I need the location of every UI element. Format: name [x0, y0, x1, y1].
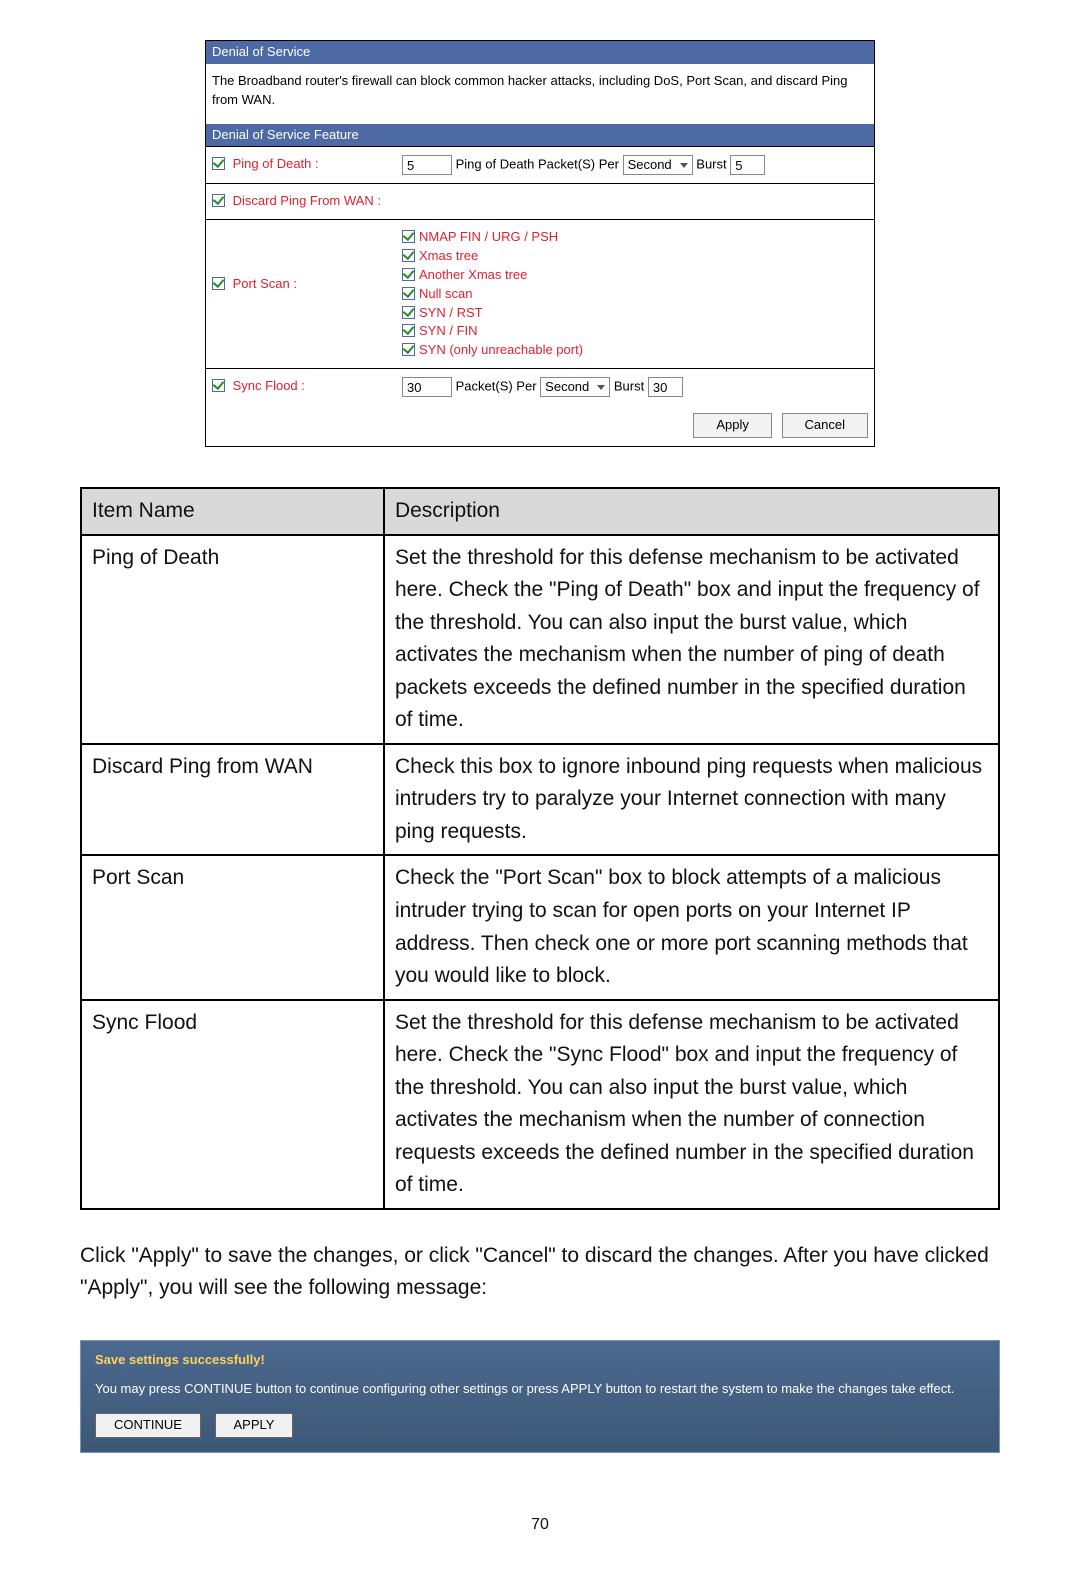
discard-ping-checkbox[interactable] [212, 194, 225, 207]
body-paragraph: Click "Apply" to save the changes, or cl… [80, 1240, 1000, 1305]
row-desc: Check the "Port Scan" box to block attem… [384, 855, 999, 999]
discard-ping-label: Discard Ping From WAN : [233, 193, 381, 208]
apply-button[interactable]: Apply [693, 413, 772, 438]
sync-burst-input[interactable]: 30 [648, 377, 683, 397]
header-description: Description [384, 488, 999, 535]
sync-unit-select[interactable]: Second [540, 377, 610, 397]
port-scan-checkbox[interactable] [212, 277, 225, 290]
save-text: You may press CONTINUE button to continu… [95, 1380, 985, 1399]
table-row: Discard Ping from WAN Check this box to … [81, 744, 999, 856]
sync-text: Packet(S) Per [456, 379, 537, 394]
dos-intro-text: The Broadband router's firewall can bloc… [206, 64, 874, 124]
table-row: Sync Flood Set the threshold for this de… [81, 1000, 999, 1209]
syn-rst-checkbox[interactable] [402, 306, 415, 319]
row-name: Sync Flood [81, 1000, 384, 1209]
null-scan-label: Null scan [419, 286, 472, 301]
syn-only-label: SYN (only unreachable port) [419, 342, 583, 357]
syn-fin-label: SYN / FIN [419, 323, 478, 338]
row-name: Port Scan [81, 855, 384, 999]
null-scan-checkbox[interactable] [402, 287, 415, 300]
port-scan-row: Port Scan : NMAP FIN / URG / PSH Xmas tr… [206, 219, 874, 368]
save-settings-panel: Save settings successfully! You may pres… [80, 1340, 1000, 1453]
sync-burst-label: Burst [614, 379, 644, 394]
ping-burst-input[interactable]: 5 [730, 155, 765, 175]
table-header-row: Item Name Description [81, 488, 999, 535]
syn-only-checkbox[interactable] [402, 343, 415, 356]
nmap-checkbox[interactable] [402, 230, 415, 243]
dos-feature-header: Denial of Service Feature [206, 124, 874, 147]
table-row: Port Scan Check the "Port Scan" box to b… [81, 855, 999, 999]
dos-settings-panel: Denial of Service The Broadband router's… [205, 40, 875, 447]
row-desc: Set the threshold for this defense mecha… [384, 535, 999, 744]
page-number: 70 [80, 1513, 1000, 1536]
xmas-checkbox[interactable] [402, 249, 415, 262]
apply-button-2[interactable]: APPLY [215, 1413, 294, 1438]
another-xmas-checkbox[interactable] [402, 268, 415, 281]
row-name: Discard Ping from WAN [81, 744, 384, 856]
syn-rst-label: SYN / RST [419, 305, 483, 320]
xmas-label: Xmas tree [419, 248, 478, 263]
table-row: Ping of Death Set the threshold for this… [81, 535, 999, 744]
row-name: Ping of Death [81, 535, 384, 744]
header-item-name: Item Name [81, 488, 384, 535]
dos-header: Denial of Service [206, 41, 874, 64]
sync-flood-checkbox[interactable] [212, 379, 225, 392]
continue-button[interactable]: CONTINUE [95, 1413, 201, 1438]
sync-flood-row: Sync Flood : 30 Packet(S) Per Second Bur… [206, 368, 874, 405]
sync-count-input[interactable]: 30 [402, 377, 452, 397]
ping-of-death-label: Ping of Death : [233, 156, 319, 171]
port-scan-label: Port Scan : [233, 276, 297, 291]
discard-ping-row: Discard Ping From WAN : [206, 183, 874, 219]
description-table: Item Name Description Ping of Death Set … [80, 487, 1000, 1210]
dos-button-row: Apply Cancel [206, 405, 874, 446]
ping-burst-label: Burst [696, 157, 726, 172]
cancel-button[interactable]: Cancel [782, 413, 868, 438]
row-desc: Check this box to ignore inbound ping re… [384, 744, 999, 856]
save-title: Save settings successfully! [95, 1351, 985, 1370]
ping-of-death-row: Ping of Death : 5 Ping of Death Packet(S… [206, 146, 874, 183]
ping-text: Ping of Death Packet(S) Per [456, 157, 619, 172]
row-desc: Set the threshold for this defense mecha… [384, 1000, 999, 1209]
syn-fin-checkbox[interactable] [402, 324, 415, 337]
another-xmas-label: Another Xmas tree [419, 267, 527, 282]
nmap-label: NMAP FIN / URG / PSH [419, 229, 558, 244]
ping-of-death-checkbox[interactable] [212, 157, 225, 170]
ping-unit-select[interactable]: Second [623, 155, 693, 175]
ping-count-input[interactable]: 5 [402, 155, 452, 175]
sync-flood-label: Sync Flood : [233, 378, 305, 393]
